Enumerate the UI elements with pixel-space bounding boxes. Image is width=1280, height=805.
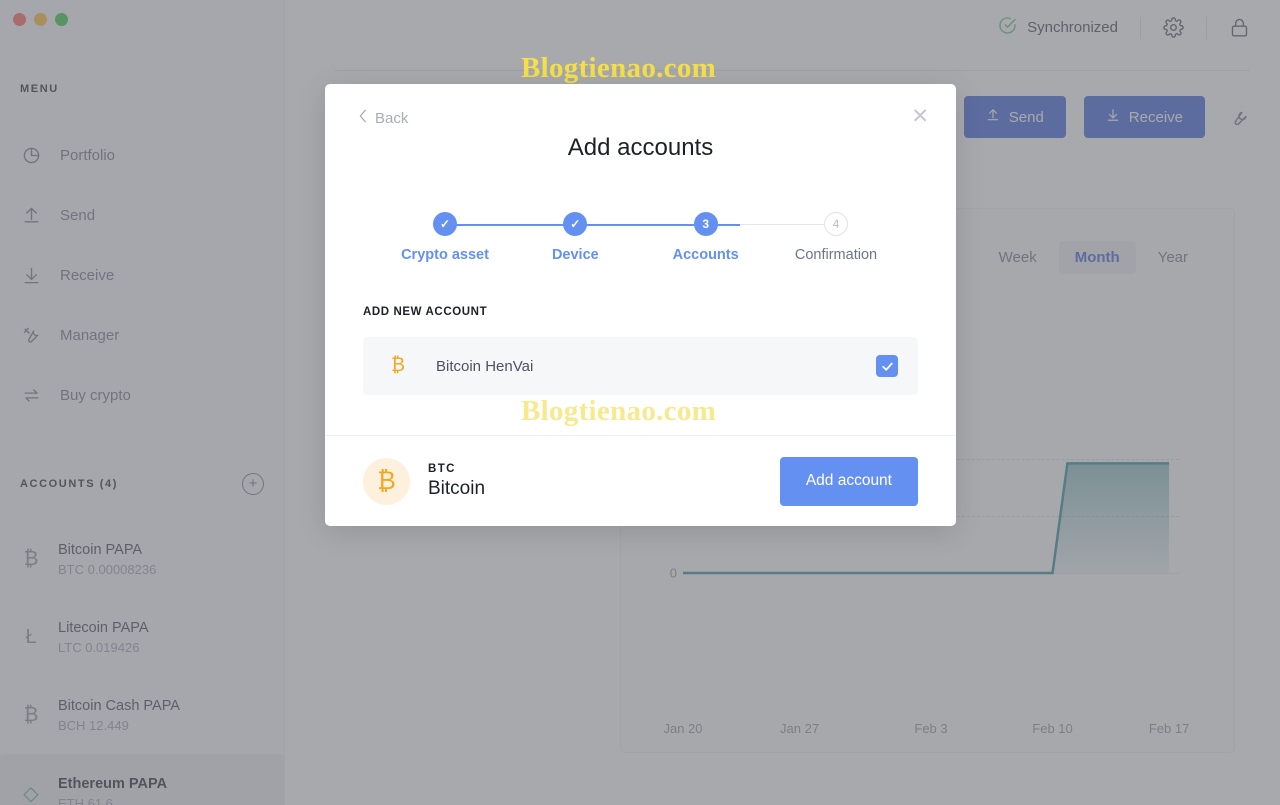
close-icon[interactable]: ✕	[911, 106, 929, 127]
step-crypto-asset[interactable]: ✓ Crypto asset	[395, 212, 495, 263]
coin-ticker: BTC	[428, 462, 456, 475]
bitcoin-icon: ₿	[363, 457, 410, 505]
watermark: Blogtienao.com	[521, 52, 717, 84]
stepper: ✓ Crypto asset ✓ Device 3 Accounts 4 Con…	[395, 212, 886, 282]
watermark: Blogtienao.com	[521, 395, 717, 427]
modal-header: Back ✕	[325, 84, 956, 156]
chevron-left-icon	[358, 109, 368, 127]
new-account-row[interactable]: ₿ Bitcoin HenVai	[363, 337, 918, 395]
step-label: Accounts	[672, 247, 739, 263]
coin-name: Bitcoin	[428, 477, 486, 499]
section-heading: ADD NEW ACCOUNT	[363, 306, 488, 318]
new-account-name: Bitcoin HenVai	[436, 357, 534, 375]
add-account-button[interactable]: Add account	[779, 456, 918, 506]
step-marker: 4	[823, 212, 848, 236]
app-window: MENU Portfolio Send	[0, 0, 1280, 805]
back-button[interactable]: Back	[358, 109, 408, 127]
step-label: Device	[551, 247, 599, 263]
step-confirmation: 4 Confirmation	[786, 212, 886, 263]
step-device[interactable]: ✓ Device	[525, 212, 625, 263]
modal-footer: ₿ BTC Bitcoin Add account	[325, 435, 956, 526]
step-marker: 3	[693, 212, 718, 236]
bitcoin-icon: ₿	[390, 355, 406, 376]
account-checkbox[interactable]	[876, 355, 898, 377]
step-marker: ✓	[563, 212, 588, 236]
back-button-label: Back	[375, 109, 409, 127]
add-accounts-modal: Back ✕ Add accounts ✓ Crypto asset ✓ Dev…	[325, 84, 956, 526]
step-marker: ✓	[433, 212, 457, 236]
step-label: Crypto asset	[401, 247, 489, 263]
step-label: Confirmation	[794, 247, 878, 263]
step-accounts[interactable]: 3 Accounts	[656, 212, 756, 263]
